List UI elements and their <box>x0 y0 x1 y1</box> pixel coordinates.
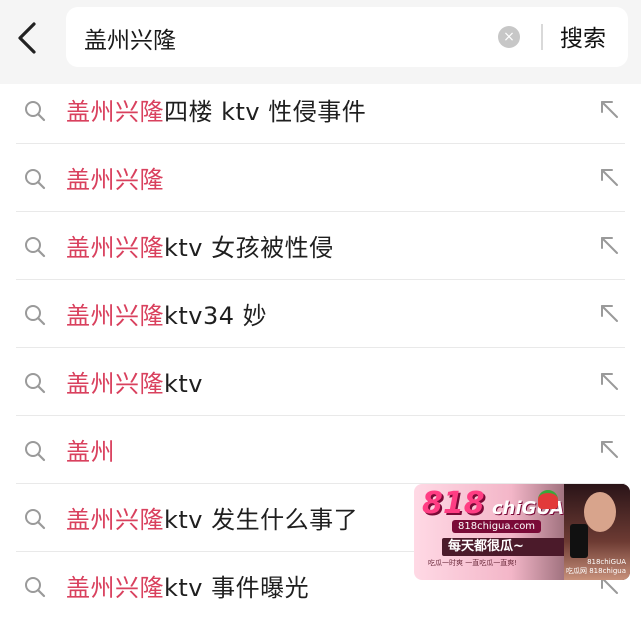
search-icon <box>25 509 46 530</box>
suggestion-rest: ktv <box>164 370 204 398</box>
suggestion-item[interactable]: 盖州兴隆ktv 女孩被性侵 <box>0 212 641 280</box>
suggestion-item[interactable]: 盖州兴隆ktv34 妙 <box>0 280 641 348</box>
search-icon <box>25 169 46 190</box>
clear-icon[interactable]: × <box>498 26 520 48</box>
fill-query-arrow-icon[interactable] <box>598 302 620 324</box>
fill-query-arrow-icon[interactable] <box>598 234 620 256</box>
suggestion-highlight: 盖州兴隆 <box>66 98 164 126</box>
ad-subtext: 吃瓜一时爽 一直吃瓜一直爽! <box>428 559 518 567</box>
ad-face-shape <box>584 492 616 532</box>
ad-slogan: 每天都很瓜~ <box>442 538 566 556</box>
search-icon <box>25 305 46 326</box>
suggestion-text: 盖州兴隆 <box>66 160 164 195</box>
suggestion-rest: ktv 发生什么事了 <box>164 506 359 534</box>
watermelon-icon <box>538 490 558 509</box>
suggestion-highlight: 盖州兴隆 <box>66 302 164 330</box>
suggestion-highlight: 盖州 <box>66 438 115 466</box>
fill-query-arrow-icon[interactable] <box>598 166 620 188</box>
suggestion-item[interactable]: 盖州兴隆ktv <box>0 348 641 416</box>
fill-query-arrow-icon[interactable] <box>598 370 620 392</box>
search-icon <box>25 577 46 598</box>
suggestion-highlight: 盖州兴隆 <box>66 234 164 262</box>
suggestion-highlight: 盖州兴隆 <box>66 506 164 534</box>
suggestion-highlight: 盖州兴隆 <box>66 574 164 602</box>
suggestion-text: 盖州 <box>66 432 115 467</box>
search-box[interactable]: 盖州兴隆 × 搜索 <box>66 7 628 67</box>
divider <box>541 24 543 50</box>
search-header: 盖州兴隆 × 搜索 <box>0 0 641 84</box>
search-icon <box>25 101 46 122</box>
suggestion-highlight: 盖州兴隆 <box>66 166 164 194</box>
suggestion-text: 盖州兴隆ktv34 妙 <box>66 296 267 331</box>
suggestion-text: 盖州兴隆ktv <box>66 364 203 399</box>
suggestion-item[interactable]: 盖州兴隆四楼 ktv 性侵事件 <box>0 76 641 144</box>
ad-tag: 818chiGUA 吃瓜网 818chigua <box>566 558 626 575</box>
fill-query-arrow-icon[interactable] <box>598 98 620 120</box>
suggestion-text: 盖州兴隆四楼 ktv 性侵事件 <box>66 92 366 127</box>
suggestion-rest: ktv 女孩被性侵 <box>164 234 334 262</box>
ad-brand-logo: 818 <box>422 486 485 521</box>
suggestion-text: 盖州兴隆ktv 事件曝光 <box>66 568 309 603</box>
suggestion-text: 盖州兴隆ktv 发生什么事了 <box>66 500 358 535</box>
search-icon <box>25 441 46 462</box>
suggestion-rest: ktv34 妙 <box>164 302 268 330</box>
ad-site-url: 818chigua.com <box>452 520 542 533</box>
suggestion-item[interactable]: 盖州兴隆 <box>0 144 641 212</box>
suggestion-text: 盖州兴隆ktv 女孩被性侵 <box>66 228 334 263</box>
fill-query-arrow-icon[interactable] <box>598 438 620 460</box>
back-arrow-icon[interactable] <box>12 18 42 58</box>
search-button[interactable]: 搜索 <box>560 19 606 53</box>
suggestion-item[interactable]: 盖州 <box>0 416 641 484</box>
advertisement-banner[interactable]: 818 chiGUA 818chigua.com 每天都很瓜~ 吃瓜一时爽 一直… <box>414 484 630 580</box>
suggestion-highlight: 盖州兴隆 <box>66 370 164 398</box>
search-input[interactable]: 盖州兴隆 <box>84 21 176 55</box>
ad-phone-shape <box>570 524 588 558</box>
suggestion-rest: 四楼 ktv 性侵事件 <box>164 98 367 126</box>
suggestion-rest: ktv 事件曝光 <box>164 574 310 602</box>
search-icon <box>25 373 46 394</box>
search-icon <box>25 237 46 258</box>
